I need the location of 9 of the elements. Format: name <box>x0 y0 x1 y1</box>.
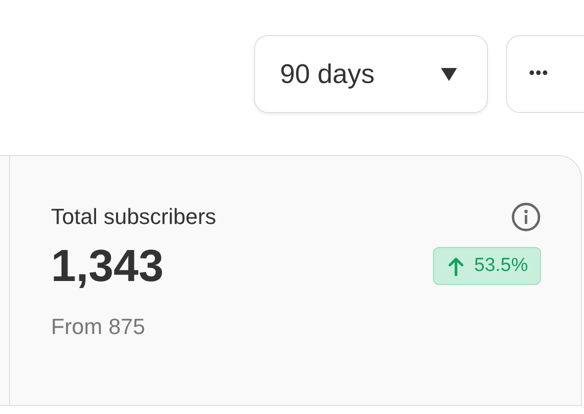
info-icon[interactable] <box>511 202 541 232</box>
range-select[interactable]: 90 days <box>254 35 488 113</box>
previous-count: From 875 <box>51 314 146 340</box>
caret-icon <box>441 68 457 80</box>
arrow-icon <box>448 256 464 276</box>
change-badge: 53.5% <box>433 247 541 285</box>
card-title: Total subscribers <box>51 204 216 230</box>
more-button[interactable]: ••• <box>506 35 584 113</box>
subscriber-count: 1,343 <box>51 240 164 292</box>
